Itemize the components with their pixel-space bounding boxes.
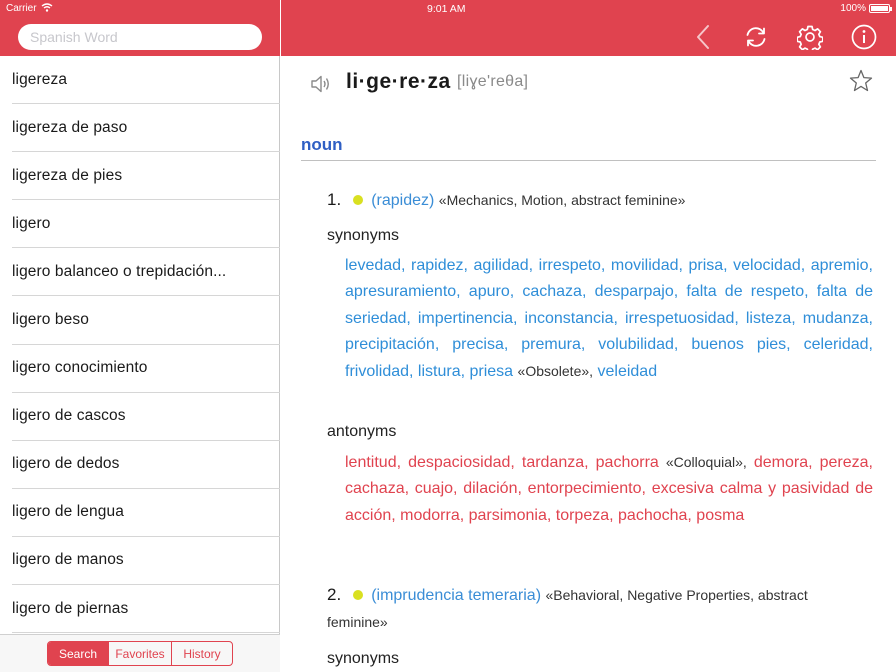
list-item-label: ligero de cascos xyxy=(12,407,126,425)
tab-search[interactable]: Search xyxy=(48,642,109,665)
list-item-label: ligero balanceo o trepidación... xyxy=(12,262,227,280)
list-item[interactable]: ligereza de paso xyxy=(12,104,280,153)
carrier-label: Carrier xyxy=(6,3,37,14)
list-item[interactable]: ligereza de pies xyxy=(12,152,280,201)
sense-header: 2. (imprudencia temeraria) «Behavioral, N… xyxy=(327,585,808,605)
battery-percent: 100% xyxy=(840,3,866,14)
sense-labels-continued: feminine» xyxy=(327,614,388,630)
list-item-label: ligero beso xyxy=(12,311,89,329)
list-item-label: ligereza xyxy=(12,70,68,88)
sense-labels: «Mechanics, Motion, abstract feminine» xyxy=(438,192,686,208)
list-item[interactable]: ligero balanceo o trepidación... xyxy=(12,248,280,297)
list-item-label: ligero conocimiento xyxy=(12,359,148,377)
list-item[interactable]: ligereza xyxy=(12,56,280,105)
list-item-label: ligero de lengua xyxy=(12,503,124,521)
sense-dot-icon xyxy=(353,589,364,600)
tab-favorites[interactable]: Favorites xyxy=(109,642,172,665)
synonyms-heading: synonyms xyxy=(327,227,400,244)
wifi-icon xyxy=(41,3,53,12)
sense-number: 2. xyxy=(327,585,342,604)
sense-gloss[interactable]: (rapidez) xyxy=(371,192,434,209)
carrier-status: Carrier xyxy=(6,3,53,14)
speaker-icon xyxy=(311,75,329,93)
bottom-tab-bar: Search Favorites History xyxy=(0,634,280,672)
battery-icon xyxy=(869,4,892,13)
list-item[interactable]: ligero conocimiento xyxy=(12,345,280,393)
headword: li·ge·re·za xyxy=(346,70,451,93)
antonyms-text[interactable]: lentitud, despaciosidad, tardanza, pacho… xyxy=(345,454,659,471)
sense-labels: «Behavioral, Negative Properties, abstra… xyxy=(545,587,808,603)
sense-gloss[interactable]: (imprudencia temeraria) xyxy=(371,587,541,604)
synonyms-list: levedad, rapidez, agilidad, irrespeto, m… xyxy=(345,253,873,385)
tab-history[interactable]: History xyxy=(172,642,232,665)
pronunciation: [liɣe'reθa] xyxy=(457,73,529,90)
list-item-label: ligero xyxy=(12,214,51,232)
sense-header: 1. (rapidez) «Mechanics, Motion, abstract… xyxy=(327,190,685,210)
entry-pane: 9:01 AM 100% li·ge·re·za [liɣe'reθa] nou… xyxy=(281,0,896,672)
sense-number: 1. xyxy=(327,190,342,209)
settings-icon xyxy=(797,25,823,50)
list-item[interactable]: ligero xyxy=(12,200,280,249)
synonyms-tail[interactable]: veleidad xyxy=(597,363,657,380)
list-item[interactable]: ligero de piernas xyxy=(12,585,280,634)
synonyms-usage-tag: «Obsolete», xyxy=(517,363,594,380)
list-item-label: ligero de piernas xyxy=(12,599,129,617)
list-item[interactable]: ligero de manos xyxy=(12,537,280,586)
pronounce-button[interactable] xyxy=(309,72,331,96)
info-button[interactable] xyxy=(849,22,879,52)
list-item[interactable]: ligero de dedos xyxy=(12,441,280,489)
clock: 9:01 AM xyxy=(427,3,466,15)
sense-dot-icon xyxy=(353,194,364,205)
star-icon xyxy=(849,69,873,92)
entry-header: li·ge·re·za [liɣe'reθa] xyxy=(281,56,896,112)
antonyms-list: lentitud, despaciosidad, tardanza, pacho… xyxy=(345,449,873,529)
info-icon xyxy=(851,24,877,50)
list-item-label: ligero de dedos xyxy=(12,455,120,473)
synonyms-heading: synonyms xyxy=(327,650,400,667)
settings-button[interactable] xyxy=(795,22,825,52)
word-list-pane: Carrier ligereza ligereza de paso ligere… xyxy=(0,0,280,672)
synonyms-text[interactable]: levedad, rapidez, agilidad, irrespeto, m… xyxy=(345,257,873,380)
antonyms-heading: antonyms xyxy=(327,423,397,440)
part-of-speech: noun xyxy=(301,135,343,154)
back-icon xyxy=(697,25,709,49)
antonyms-usage-tag: «Colloquial», xyxy=(665,454,747,470)
segmented-control: Search Favorites History xyxy=(47,641,233,666)
refresh-icon xyxy=(746,27,766,47)
toolbar: 9:01 AM 100% xyxy=(281,0,896,56)
list-item-label: ligereza de pies xyxy=(12,166,123,184)
search-field[interactable] xyxy=(18,24,262,50)
list-item-label: ligereza de paso xyxy=(12,118,128,136)
left-header: Carrier xyxy=(0,0,280,56)
search-input[interactable] xyxy=(18,24,262,50)
divider xyxy=(301,160,876,161)
list-item-label: ligero de manos xyxy=(12,551,124,569)
word-list: ligereza ligereza de paso ligereza de pi… xyxy=(0,56,280,634)
refresh-button[interactable] xyxy=(741,22,771,52)
list-item[interactable]: ligero de cascos xyxy=(12,393,280,441)
back-button[interactable] xyxy=(688,22,718,52)
list-item[interactable]: ligero de lengua xyxy=(12,489,280,537)
favorite-button[interactable] xyxy=(848,68,874,94)
app: Carrier ligereza ligereza de paso ligere… xyxy=(0,0,896,672)
list-item[interactable]: ligero beso xyxy=(12,296,280,345)
